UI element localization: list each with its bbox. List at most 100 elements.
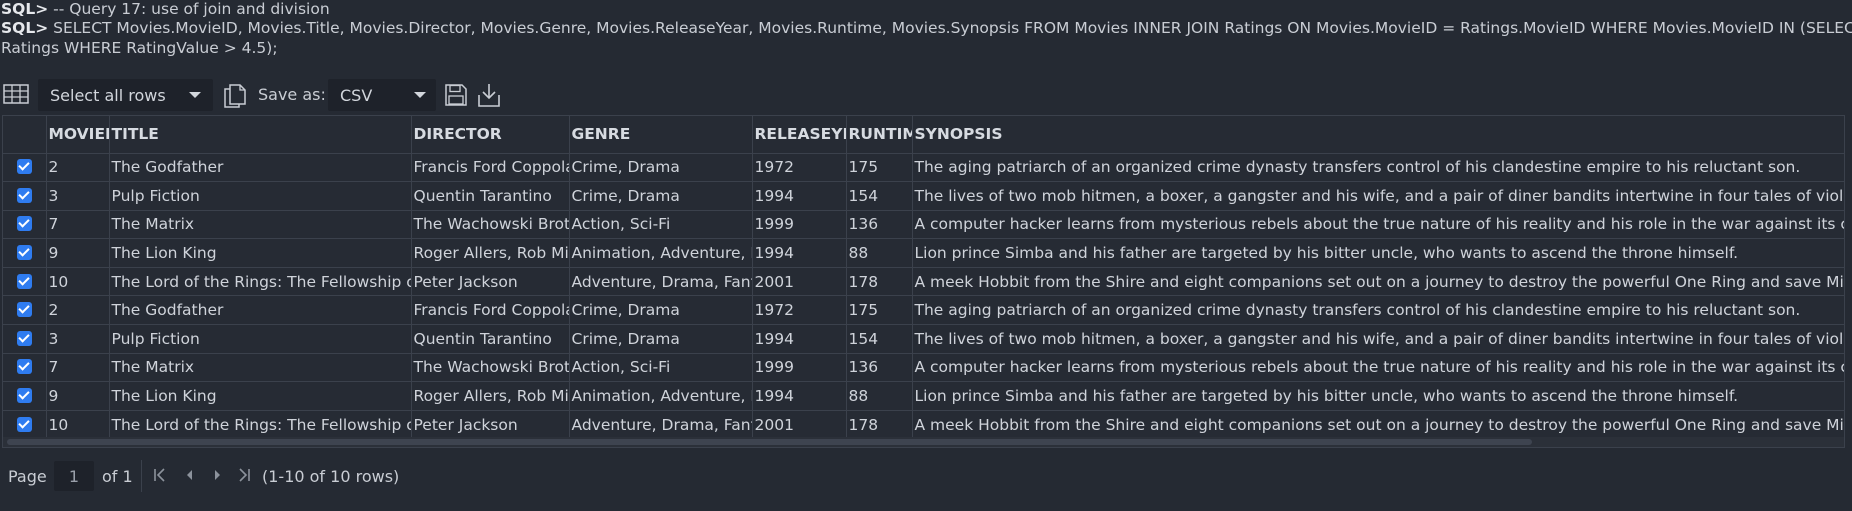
cell-synopsis: A computer hacker learns from mysterious… (912, 353, 1844, 383)
cell-genre: Crime, Drama (569, 324, 753, 354)
table-row[interactable]: 2 The Godfather Francis Ford Coppola Cri… (3, 295, 1844, 326)
row-checkbox-cell (3, 153, 47, 183)
cell-runtime: 154 (846, 181, 913, 211)
cell-title: Pulp Fiction (109, 324, 412, 354)
chevron-down-icon (189, 92, 201, 98)
table-row[interactable]: 2 The Godfather Francis Ford Coppola Cri… (3, 153, 1844, 183)
cell-synopsis: A meek Hobbit from the Shire and eight c… (912, 267, 1844, 297)
prev-page-icon[interactable] (182, 467, 198, 487)
cell-movieid: 3 (46, 181, 110, 211)
export-format-dropdown[interactable]: CSV (328, 79, 436, 111)
sql-prompt: SQL> (1, 19, 49, 37)
table-row[interactable]: 3 Pulp Fiction Quentin Tarantino Crime, … (3, 181, 1844, 211)
row-checkbox[interactable] (16, 416, 32, 432)
table-row[interactable]: 3 Pulp Fiction Quentin Tarantino Crime, … (3, 324, 1844, 354)
table-row[interactable]: 9 The Lion King Roger Allers, Rob Minkof… (3, 238, 1844, 268)
cell-synopsis: Lion prince Simba and his father are tar… (912, 381, 1844, 411)
cell-synopsis: The lives of two mob hitmen, a boxer, a … (912, 181, 1844, 211)
cell-director: Quentin Tarantino (411, 324, 570, 354)
cell-releaseyear: 1994 (752, 381, 847, 411)
row-checkbox[interactable] (16, 330, 32, 346)
cell-releaseyear: 2001 (752, 410, 847, 440)
last-page-icon[interactable] (236, 467, 252, 487)
row-checkbox[interactable] (16, 273, 32, 289)
cell-movieid: 9 (46, 381, 110, 411)
cell-title: The Godfather (109, 295, 412, 326)
cell-releaseyear: 2001 (752, 267, 847, 297)
column-header-movieid[interactable]: MOVIEID (46, 116, 110, 154)
cell-director: Roger Allers, Rob Minkoff (411, 381, 570, 411)
copy-icon[interactable] (222, 81, 250, 109)
cell-title: The Lord of the Rings: The Fellowship of… (109, 267, 412, 297)
sql-comment: -- Query 17: use of join and division (53, 0, 330, 18)
row-checkbox[interactable] (16, 388, 32, 404)
table-row[interactable]: 7 The Matrix The Wachowski Brothers Acti… (3, 210, 1844, 240)
row-select-value: Select all rows (50, 85, 166, 105)
cell-synopsis: A meek Hobbit from the Shire and eight c… (912, 410, 1844, 440)
table-grid-icon[interactable] (3, 82, 31, 106)
table-row[interactable]: 10 The Lord of the Rings: The Fellowship… (3, 267, 1844, 297)
cell-genre: Crime, Drama (569, 153, 753, 183)
save-as-label: Save as: (258, 85, 326, 104)
results-table: MOVIEID TITLE DIRECTOR GENRE RELEASEYEAR… (3, 116, 1844, 440)
column-header-title[interactable]: TITLE (109, 116, 412, 154)
sql-prompt: SQL> (1, 0, 49, 18)
column-header-synopsis[interactable]: SYNOPSIS (912, 116, 1844, 154)
row-checkbox-cell (3, 210, 47, 240)
cell-genre: Crime, Drama (569, 181, 753, 211)
page-count-label: of 1 (102, 467, 133, 486)
cell-runtime: 175 (846, 153, 913, 183)
table-header-row: MOVIEID TITLE DIRECTOR GENRE RELEASEYEAR… (3, 116, 1844, 154)
cell-releaseyear: 1972 (752, 295, 847, 326)
cell-title: The Godfather (109, 153, 412, 183)
table-row[interactable]: 7 The Matrix The Wachowski Brothers Acti… (3, 353, 1844, 383)
column-header-runtime[interactable]: RUNTIME (846, 116, 913, 154)
cell-releaseyear: 1994 (752, 238, 847, 268)
first-page-icon[interactable] (152, 467, 168, 487)
column-header-genre[interactable]: GENRE (569, 116, 753, 154)
cell-genre: Animation, Adventure, Drama (569, 238, 753, 268)
sql-query-text: SELECT Movies.MovieID, Movies.Title, Mov… (53, 19, 1852, 37)
pagination-bar: Page of 1 (1-10 of 10 rows) (0, 458, 1852, 494)
row-checkbox[interactable] (16, 187, 32, 203)
horizontal-scrollbar[interactable] (3, 437, 1844, 447)
row-checkbox-cell (3, 181, 47, 211)
floppy-save-icon[interactable] (444, 82, 470, 108)
row-checkbox-cell (3, 410, 47, 440)
row-checkbox[interactable] (16, 216, 32, 232)
row-checkbox[interactable] (16, 245, 32, 261)
page-label: Page (8, 467, 47, 486)
table-row[interactable]: 10 The Lord of the Rings: The Fellowship… (3, 410, 1844, 440)
row-checkbox[interactable] (16, 159, 32, 175)
cell-title: The Lord of the Rings: The Fellowship of… (109, 410, 412, 440)
row-select-dropdown[interactable]: Select all rows (38, 79, 213, 111)
row-checkbox[interactable] (16, 359, 32, 375)
cell-title: The Matrix (109, 210, 412, 240)
checkbox-header (3, 116, 47, 154)
cell-director: The Wachowski Brothers (411, 210, 570, 240)
row-checkbox[interactable] (16, 302, 32, 318)
cell-movieid: 7 (46, 210, 110, 240)
cell-runtime: 178 (846, 410, 913, 440)
table-row[interactable]: 9 The Lion King Roger Allers, Rob Minkof… (3, 381, 1844, 411)
cell-synopsis: The aging patriarch of an organized crim… (912, 295, 1844, 326)
cell-movieid: 3 (46, 324, 110, 354)
results-grid[interactable]: MOVIEID TITLE DIRECTOR GENRE RELEASEYEAR… (2, 115, 1845, 448)
result-toolbar: Select all rows Save as: CSV (0, 78, 1852, 112)
cell-genre: Adventure, Drama, Fantasy (569, 267, 753, 297)
cell-runtime: 175 (846, 295, 913, 326)
column-header-director[interactable]: DIRECTOR (411, 116, 570, 154)
cell-releaseyear: 1999 (752, 210, 847, 240)
cell-runtime: 136 (846, 210, 913, 240)
cell-director: Quentin Tarantino (411, 181, 570, 211)
scrollbar-thumb[interactable] (7, 439, 1532, 445)
cell-movieid: 2 (46, 153, 110, 183)
rows-range-label: (1-10 of 10 rows) (262, 467, 400, 486)
next-page-icon[interactable] (209, 467, 225, 487)
row-checkbox-cell (3, 267, 47, 297)
column-header-releaseyear[interactable]: RELEASEYEAR (752, 116, 847, 154)
download-icon[interactable] (476, 81, 504, 109)
cell-releaseyear: 1994 (752, 324, 847, 354)
pager-divider (141, 460, 142, 492)
page-number-input[interactable] (54, 461, 94, 491)
